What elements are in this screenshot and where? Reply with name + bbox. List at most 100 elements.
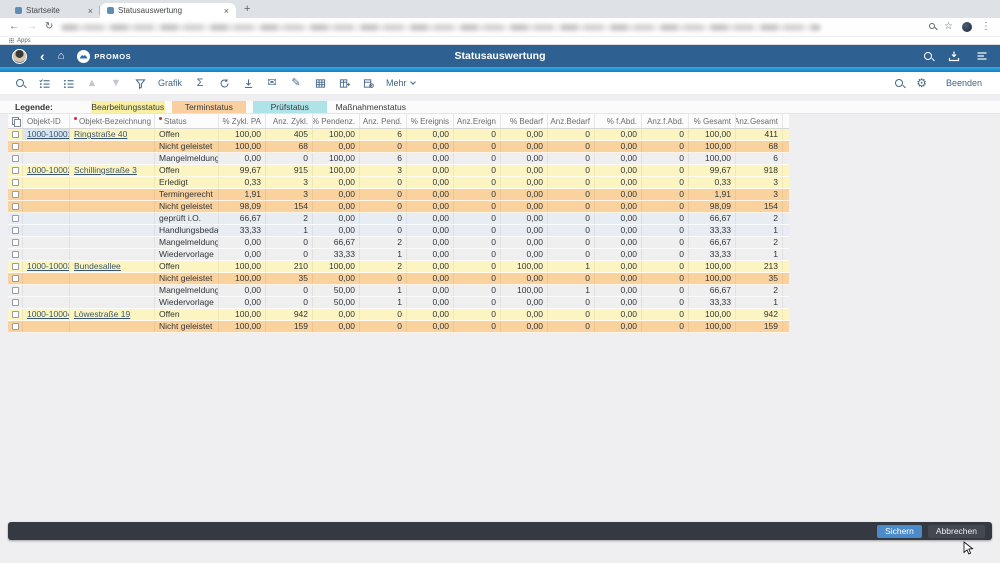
column-header[interactable]: Objekt-ID: [23, 114, 70, 128]
cancel-button[interactable]: Abbrechen: [928, 525, 985, 538]
row-checkbox[interactable]: [8, 261, 23, 272]
object-id-link[interactable]: 1000-10001: [27, 129, 70, 139]
home-icon[interactable]: ⌂: [58, 51, 65, 62]
row-checkbox[interactable]: [8, 153, 23, 164]
table-settings-icon[interactable]: [356, 72, 380, 94]
row-checkbox[interactable]: [8, 177, 23, 188]
menu-dots-icon[interactable]: ⋮: [981, 22, 991, 32]
filter-icon[interactable]: [128, 72, 152, 94]
checkbox-icon: [12, 143, 19, 150]
value-cell: 35: [266, 273, 313, 284]
value-cell: 68: [266, 141, 313, 152]
save-button[interactable]: Sichern: [877, 525, 922, 538]
value-cell: 0,00: [501, 249, 548, 260]
row-checkbox[interactable]: [8, 297, 23, 308]
email-icon[interactable]: ✉: [260, 72, 284, 94]
object-id-cell: [23, 237, 70, 248]
sort-down-icon[interactable]: ▼: [104, 72, 128, 94]
column-header[interactable]: % Gesamt: [689, 114, 736, 128]
object-name-cell: [70, 189, 155, 200]
column-header[interactable]: Objekt-Bezeichnung: [70, 114, 155, 128]
new-tab-button[interactable]: +: [244, 3, 250, 15]
reload-icon[interactable]: ↻: [45, 22, 53, 32]
download-icon[interactable]: [948, 50, 960, 62]
grafik-button[interactable]: Grafik: [152, 72, 188, 94]
select-list-icon[interactable]: [32, 72, 56, 94]
table-icon[interactable]: [308, 72, 332, 94]
forward-icon[interactable]: →: [27, 22, 37, 32]
row-checkbox[interactable]: [8, 213, 23, 224]
download-icon[interactable]: [236, 72, 260, 94]
mehr-button[interactable]: Mehr: [380, 72, 421, 94]
value-cell: 1: [360, 297, 407, 308]
column-header[interactable]: % Bedarf: [501, 114, 548, 128]
column-header[interactable]: % Pendenz.: [313, 114, 360, 128]
search-icon[interactable]: [924, 52, 932, 60]
select-all-button[interactable]: [8, 114, 23, 128]
object-name-link[interactable]: Schillingstraße 3: [74, 165, 137, 175]
column-header[interactable]: % Ereignis: [407, 114, 454, 128]
table-row: Mangelmeldung0,00066,6720,0000,0000,0006…: [8, 237, 789, 249]
status-cell: Nicht geleistet: [155, 141, 219, 152]
sum-icon[interactable]: Σ: [188, 72, 212, 94]
url-input[interactable]: [61, 24, 821, 31]
browser-tab-startseite[interactable]: Startseite ×: [8, 3, 100, 18]
tab-close-icon[interactable]: ×: [88, 7, 93, 15]
signature-icon[interactable]: ✎: [284, 72, 308, 94]
object-id-link[interactable]: 1000-10003: [27, 261, 70, 271]
object-name-cell: [70, 141, 155, 152]
value-cell: 100,00: [501, 285, 548, 296]
object-name-link[interactable]: Ringstraße 40: [74, 129, 127, 139]
star-icon[interactable]: ☆: [944, 22, 953, 32]
object-id-cell: [23, 201, 70, 212]
column-header[interactable]: Anz. Pend.: [360, 114, 407, 128]
apps-bookmark[interactable]: Apps: [17, 38, 31, 44]
row-checkbox[interactable]: [8, 309, 23, 320]
legend-item: Maßnahmenstatus: [334, 101, 408, 113]
column-header[interactable]: Anz. Zykl.: [266, 114, 313, 128]
search-icon[interactable]: [895, 79, 903, 87]
row-checkbox[interactable]: [8, 165, 23, 176]
column-header[interactable]: % Zykl. PA: [219, 114, 266, 128]
refresh-icon[interactable]: [212, 72, 236, 94]
user-avatar[interactable]: [12, 49, 27, 64]
export-table-icon[interactable]: [332, 72, 356, 94]
browser-tab-statusauswertung[interactable]: Statusauswertung ×: [100, 3, 236, 18]
zoom-icon[interactable]: [8, 72, 32, 94]
row-checkbox[interactable]: [8, 129, 23, 140]
object-id-link[interactable]: 1000-10004: [27, 309, 70, 319]
row-checkbox[interactable]: [8, 141, 23, 152]
row-checkbox[interactable]: [8, 201, 23, 212]
object-name-link[interactable]: Bundesallee: [74, 261, 121, 271]
beenden-button[interactable]: Beenden: [940, 78, 988, 88]
column-header[interactable]: Anz.Bedarf: [548, 114, 595, 128]
object-name-cell: [70, 201, 155, 212]
value-cell: 0: [360, 273, 407, 284]
row-checkbox[interactable]: [8, 273, 23, 284]
status-cell: Handlungsbedarf: [155, 225, 219, 236]
sort-up-icon[interactable]: ▲: [80, 72, 104, 94]
row-checkbox[interactable]: [8, 237, 23, 248]
back-chevron-icon[interactable]: ‹: [40, 49, 45, 63]
column-header[interactable]: Status: [155, 114, 219, 128]
back-icon[interactable]: ←: [9, 22, 19, 32]
checkbox-icon: [12, 167, 19, 174]
column-header[interactable]: Anz.f.Abd.: [642, 114, 689, 128]
row-checkbox[interactable]: [8, 285, 23, 296]
column-header[interactable]: Anz.Gesamt: [736, 114, 783, 128]
column-header[interactable]: Anz.Ereign: [454, 114, 501, 128]
row-checkbox[interactable]: [8, 249, 23, 260]
list-icon[interactable]: [56, 72, 80, 94]
row-checkbox[interactable]: [8, 225, 23, 236]
object-name-link[interactable]: Löwestraße 19: [74, 309, 130, 319]
profile-avatar[interactable]: [962, 22, 972, 32]
search-icon[interactable]: [929, 23, 935, 31]
row-checkbox[interactable]: [8, 189, 23, 200]
object-id-link[interactable]: 1000-10002: [27, 165, 70, 175]
tab-close-icon[interactable]: ×: [224, 7, 229, 15]
value-cell: 3: [360, 165, 407, 176]
list-icon[interactable]: [976, 50, 988, 62]
column-header[interactable]: % f.Abd.: [595, 114, 642, 128]
settings-gear-icon[interactable]: ⚙: [916, 77, 927, 89]
row-checkbox[interactable]: [8, 321, 23, 332]
